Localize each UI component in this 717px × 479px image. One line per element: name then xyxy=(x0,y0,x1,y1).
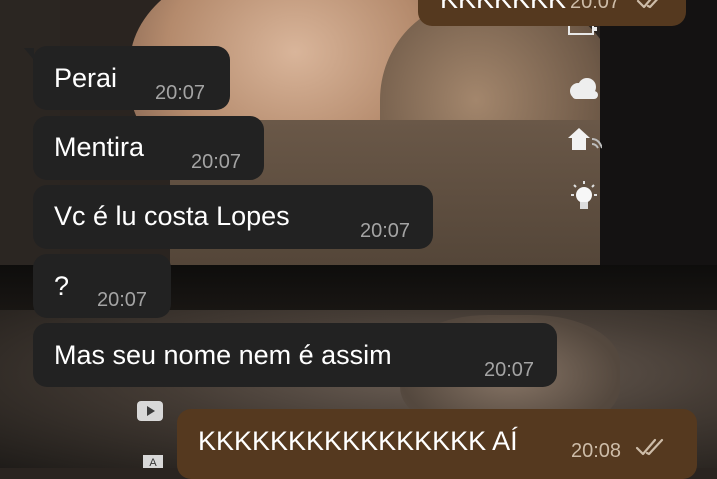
message-time: 20:07 xyxy=(484,359,535,381)
message-time: 20:07 xyxy=(570,0,621,13)
message-time: 20:07 xyxy=(97,289,148,311)
message-bubble-incoming[interactable]: Mas seu nome nem é assim 20:07 xyxy=(33,323,557,387)
lightbulb-icon xyxy=(568,180,600,216)
message-text: Mentira xyxy=(54,132,145,162)
play-icon xyxy=(137,401,163,421)
message-text: KKKKKKK xyxy=(440,0,566,13)
double-check-read-icon xyxy=(635,438,664,456)
message-bubble-incoming[interactable]: ? 20:07 xyxy=(33,254,171,318)
cloud-icon xyxy=(566,76,602,102)
double-check-read-icon xyxy=(636,0,659,9)
message-text: ? xyxy=(54,271,70,301)
home-icon xyxy=(566,126,602,154)
message-time: 20:07 xyxy=(155,82,206,104)
message-bubble-outgoing[interactable]: KKKKKKK 20:07 xyxy=(418,0,686,26)
message-time: 20:08 xyxy=(571,440,622,462)
svg-text:A: A xyxy=(149,457,157,468)
message-text: Mas seu nome nem é assim xyxy=(54,340,392,370)
message-text: Perai xyxy=(54,63,118,93)
message-time: 20:07 xyxy=(191,151,242,173)
message-bubble-incoming[interactable]: Mentira 20:07 xyxy=(33,116,264,180)
message-bubble-incoming[interactable]: Vc é lu costa Lopes 20:07 xyxy=(33,185,433,249)
message-text: KKKKKKKKKKKKKKKK AÍ xyxy=(198,426,518,456)
text-icon: A xyxy=(143,452,163,468)
message-bubble-outgoing[interactable]: KKKKKKKKKKKKKKKK AÍ 20:08 xyxy=(177,409,697,479)
bubble-tail xyxy=(24,48,34,60)
message-bubble-incoming[interactable]: Perai 20:07 xyxy=(24,46,230,110)
message-text: Vc é lu costa Lopes xyxy=(54,201,290,231)
message-time: 20:07 xyxy=(360,220,411,242)
wallpaper-shadow-right xyxy=(600,0,717,280)
